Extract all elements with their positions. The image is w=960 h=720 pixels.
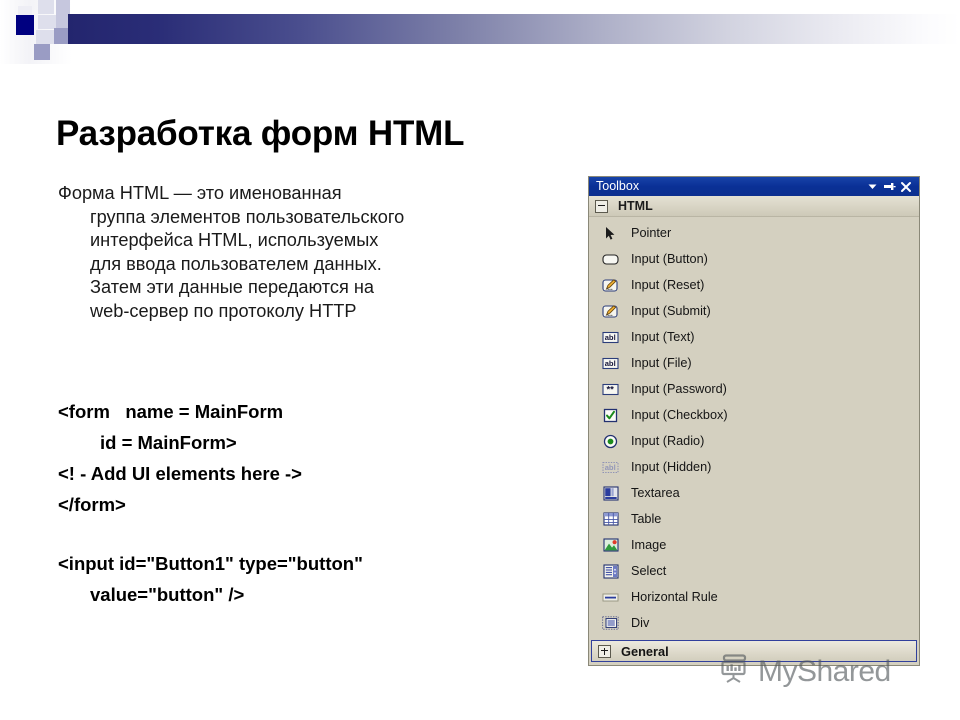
toolbox-item-input-submit[interactable]: Input (Submit) (589, 298, 919, 324)
toolbox-item-input-hidden[interactable]: abl Input (Hidden) (589, 454, 919, 480)
toolbox-item-textarea[interactable]: Textarea (589, 480, 919, 506)
input-checkbox-icon (602, 407, 619, 424)
banner-square-7 (54, 28, 68, 44)
toolbox-item-horizontal-rule[interactable]: Horizontal Rule (589, 584, 919, 610)
table-grid-icon (602, 511, 619, 528)
svg-text:abl: abl (605, 333, 616, 342)
toolbox-item-image[interactable]: Image (589, 532, 919, 558)
toolbox-item-input-button[interactable]: Input (Button) (589, 246, 919, 272)
auto-hide-pin-icon[interactable] (881, 179, 897, 194)
toolbox-title: Toolbox (596, 179, 640, 193)
banner-square-4 (38, 15, 56, 29)
toolbox-item-input-radio[interactable]: Input (Radio) (589, 428, 919, 454)
paragraph-line: web-сервер по протоколу HTTP (90, 300, 357, 321)
toolbox-item-label: Input (Radio) (631, 434, 705, 448)
paragraph-line: группа элементов пользовательского (90, 206, 405, 227)
toolbox-section-label: HTML (618, 199, 653, 213)
paragraph-line: интерфейса HTML, используемых (90, 230, 379, 250)
banner-square-navy (16, 15, 34, 35)
toolbox-item-input-file[interactable]: abl Input (File) (589, 350, 919, 376)
toolbox-item-label: Input (Button) (631, 252, 708, 266)
toolbox-item-label: Select (631, 564, 667, 578)
body-paragraph: Форма HTML — это именованная группа элем… (58, 182, 558, 323)
paragraph-line: для ввода пользователем данных. (90, 253, 382, 274)
svg-text:abl: abl (605, 463, 616, 472)
toolbox-item-label: Div (631, 616, 650, 630)
toolbox-panel: Toolbox HTML Pointer Input (Button) Inpu… (588, 176, 920, 666)
toolbox-item-label: Textarea (631, 486, 680, 500)
input-hidden-abl-icon: abl (602, 459, 619, 476)
code-line: <! - Add UI elements here -> (58, 463, 302, 484)
horizontal-rule-icon (602, 589, 619, 606)
toolbox-item-label: Input (Submit) (631, 304, 711, 318)
svg-text:**: ** (606, 384, 614, 395)
toolbox-item-label: Table (631, 512, 662, 526)
code-line: <form name = MainForm (58, 401, 284, 422)
chevron-down-icon[interactable] (864, 179, 880, 194)
toolbox-item-label: Image (631, 538, 667, 552)
collapse-minus-icon[interactable] (595, 199, 608, 213)
toolbox-item-label: Input (Checkbox) (631, 408, 728, 422)
toolbox-body: HTML Pointer Input (Button) Input (Reset… (589, 196, 919, 665)
banner-gradient-bar (68, 14, 960, 44)
select-dropdown-icon (602, 563, 619, 580)
toolbox-item-input-password[interactable]: ** Input (Password) (589, 376, 919, 402)
input-submit-pencil-icon (602, 303, 619, 320)
watermark-text: MyShared (758, 654, 891, 688)
toolbox-item-input-checkbox[interactable]: Input (Checkbox) (589, 402, 919, 428)
input-text-abl-icon: abl (602, 329, 619, 346)
toolbox-item-select[interactable]: Select (589, 558, 919, 584)
banner-square-6 (36, 30, 54, 44)
toolbox-titlebar: Toolbox (589, 177, 919, 196)
toolbox-item-div[interactable]: Div (589, 610, 919, 636)
toolbox-item-input-reset[interactable]: Input (Reset) (589, 272, 919, 298)
banner-square-8 (34, 44, 50, 60)
toolbox-item-label: Input (Text) (631, 330, 695, 344)
toolbox-item-label: Horizontal Rule (631, 590, 718, 604)
toolbox-item-list: Pointer Input (Button) Input (Reset) Inp… (589, 217, 919, 636)
toolbox-item-pointer[interactable]: Pointer (589, 220, 919, 246)
toolbox-item-label: Input (Password) (631, 382, 727, 396)
toolbox-item-label: Input (Reset) (631, 278, 705, 292)
toolbox-item-input-text[interactable]: abl Input (Text) (589, 324, 919, 350)
paragraph-line: Затем эти данные передаются на (90, 277, 375, 297)
code-line: </form> (58, 494, 126, 515)
paragraph-line: Форма HTML — это именованная (58, 183, 342, 203)
watermark: MyShared (718, 652, 891, 691)
input-file-abl-icon: abl (602, 355, 619, 372)
toolbox-item-label: Input (File) (631, 356, 692, 370)
code-line: id = MainForm> (100, 432, 237, 453)
projector-screen-icon (718, 652, 752, 691)
input-reset-pencil-icon (602, 277, 619, 294)
close-icon[interactable] (898, 179, 914, 194)
toolbox-section-label: General (621, 643, 669, 659)
code-line: value="button" /> (90, 584, 245, 605)
div-box-icon (602, 615, 619, 632)
input-radio-icon (602, 433, 619, 450)
toolbox-item-table[interactable]: Table (589, 506, 919, 532)
expand-plus-icon[interactable] (598, 644, 611, 658)
toolbox-item-label: Pointer (631, 226, 672, 240)
toolbox-section-html[interactable]: HTML (589, 196, 919, 217)
image-picture-icon (602, 537, 619, 554)
svg-text:abl: abl (605, 359, 616, 368)
banner-square-2 (38, 0, 54, 14)
toolbox-item-label: Input (Hidden) (631, 460, 712, 474)
input-password-asterisk-icon: ** (602, 381, 619, 398)
pointer-arrow-icon (602, 225, 619, 242)
code-snippet-block: <form name = MainForm id = MainForm> <! … (58, 396, 558, 610)
textarea-icon (602, 485, 619, 502)
decorative-top-banner (0, 0, 960, 64)
code-line: <input id="Button1" type="button" (58, 553, 363, 574)
input-button-icon (602, 251, 619, 268)
slide-title: Разработка форм HTML (56, 114, 465, 154)
